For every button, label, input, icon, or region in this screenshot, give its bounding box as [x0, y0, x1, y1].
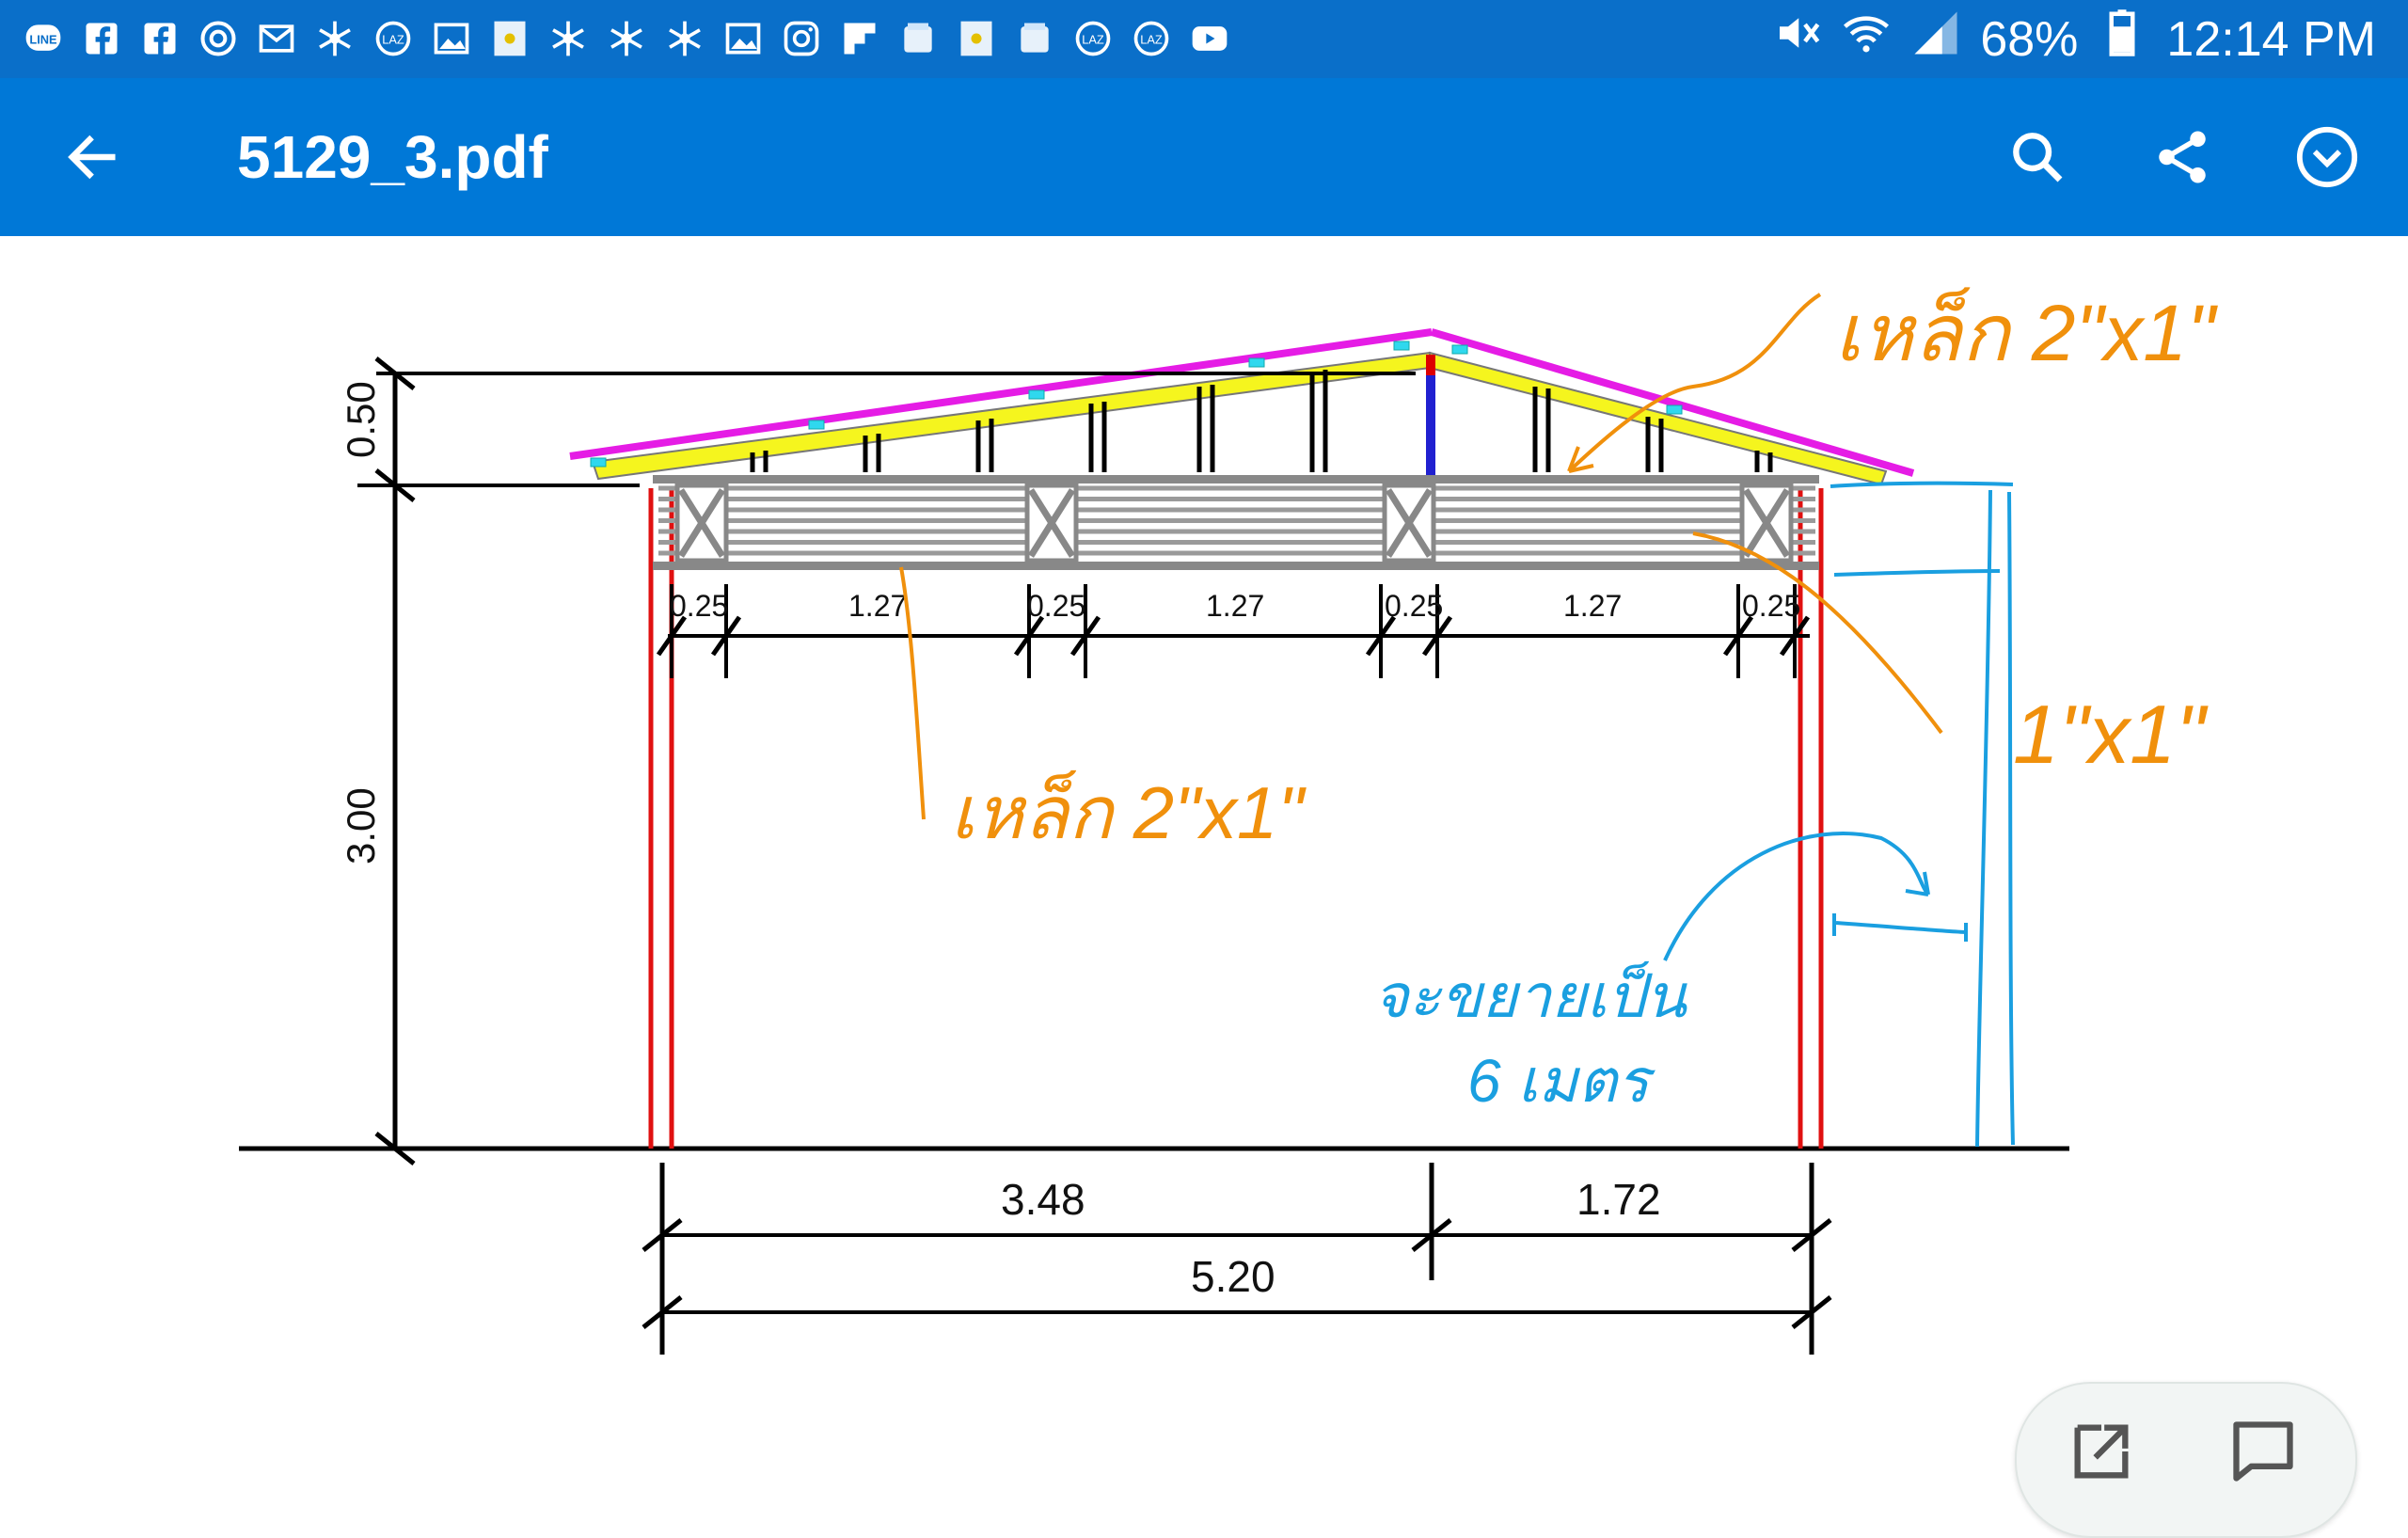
- purlin: [808, 420, 825, 430]
- flipboard-icon: [837, 16, 882, 61]
- app-bar: 5129_3.pdf: [0, 78, 2408, 236]
- span-dim-3: 1.27: [1563, 589, 1622, 623]
- left-post: [648, 488, 674, 1149]
- chevron-down-circle-icon: [2296, 126, 2358, 188]
- snowflake-icon: [546, 16, 591, 61]
- galaxy-app-icon: [1012, 16, 1057, 61]
- purlin: [590, 457, 607, 468]
- clock: 12:14 PM: [2166, 11, 2376, 67]
- line-icon: LINE: [21, 16, 66, 61]
- gap-dim-1: 0.25: [670, 589, 728, 623]
- galaxy-rewards-icon: [954, 16, 999, 61]
- signal-icon: [1910, 8, 1961, 71]
- gallery-icon: [721, 16, 766, 61]
- side-note: 1"x1": [2013, 688, 2209, 781]
- svg-text:LAZ: LAZ: [1140, 33, 1163, 47]
- roof-height-label: 0.50: [339, 381, 383, 458]
- more-options-button[interactable]: [2288, 118, 2367, 197]
- lazada-icon: LAZ: [1070, 16, 1116, 61]
- gallery-icon: [429, 16, 474, 61]
- comment-button[interactable]: [2227, 1416, 2318, 1506]
- share-button[interactable]: [2143, 118, 2222, 197]
- mute-icon: [1771, 8, 1822, 71]
- wifi-icon: [1841, 8, 1892, 71]
- extend-note-line-2: 6 เมตร: [1467, 1047, 1656, 1115]
- wall-height-label: 3.00: [339, 787, 383, 864]
- svg-text:LAZ: LAZ: [382, 33, 404, 47]
- comment-icon: [2233, 1421, 2293, 1482]
- purlin: [1451, 344, 1468, 355]
- extend-note-line-1: จะขยายเป็น: [1373, 960, 1688, 1030]
- open-external-icon: [2074, 1424, 2129, 1479]
- quick-actions-panel: [2015, 1382, 2357, 1538]
- snowflake-icon: [662, 16, 707, 61]
- svg-text:LINE: LINE: [29, 33, 57, 47]
- battery-icon: [2097, 8, 2147, 71]
- open-external-button[interactable]: [2066, 1416, 2156, 1506]
- search-button[interactable]: [1998, 118, 2077, 197]
- gap-dim-2: 0.25: [1027, 589, 1085, 623]
- rafter-note: เหล็ก 2"x1": [1834, 287, 2218, 377]
- svg-text:LAZ: LAZ: [1082, 33, 1104, 47]
- snowflake-icon: [604, 16, 649, 61]
- document-title: 5129_3.pdf: [237, 123, 548, 191]
- instagram-icon: [779, 16, 824, 61]
- back-arrow-icon: [68, 135, 116, 180]
- galaxy-app-icon: [895, 16, 941, 61]
- gap-dim-3: 0.25: [1385, 589, 1443, 623]
- span-dim-1: 1.27: [848, 589, 907, 623]
- facebook-icon: [79, 16, 124, 61]
- blue-annotations: [1663, 481, 2015, 1148]
- truss-beam: [653, 475, 1819, 570]
- mail-icon: [254, 16, 299, 61]
- galaxy-rewards-icon: [487, 16, 532, 61]
- lazada-icon: LAZ: [1129, 16, 1174, 61]
- search-icon: [2013, 133, 2063, 182]
- span-dim-2: 1.27: [1206, 589, 1264, 623]
- structure-drawing: 0.50 3.00 0.25 1.27 0.25 1.27 0.25 1.27 …: [239, 287, 2218, 1355]
- lazada-icon: LAZ: [371, 16, 416, 61]
- purlin: [1393, 341, 1410, 351]
- back-button[interactable]: [49, 123, 135, 191]
- left-segment-label: 3.48: [1001, 1175, 1085, 1224]
- snowflake-icon: [312, 16, 357, 61]
- right-segment-label: 1.72: [1576, 1175, 1661, 1224]
- pdf-page[interactable]: 0.50 3.00 0.25 1.27 0.25 1.27 0.25 1.27 …: [0, 236, 2408, 1538]
- purlin: [1666, 404, 1683, 415]
- sync-icon: [196, 16, 241, 61]
- purlin: [1028, 389, 1045, 400]
- share-icon: [2159, 131, 2206, 183]
- battery-percent: 68%: [1980, 11, 2079, 67]
- total-width-label: 5.20: [1191, 1252, 1275, 1301]
- purlin: [1248, 357, 1265, 368]
- facebook-icon: [137, 16, 182, 61]
- gap-dim-4: 0.25: [1742, 589, 1800, 623]
- status-bar: LINE LAZ LAZ LAZ 68% 12:14 PM: [0, 0, 2408, 78]
- notification-icons: LINE LAZ LAZ LAZ: [21, 11, 1232, 66]
- ridge-post: [1426, 358, 1435, 475]
- youtube-icon: [1187, 16, 1232, 61]
- system-status: 68% 12:14 PM: [1771, 0, 2376, 78]
- beam-note: เหล็ก 2"x1": [950, 769, 1307, 854]
